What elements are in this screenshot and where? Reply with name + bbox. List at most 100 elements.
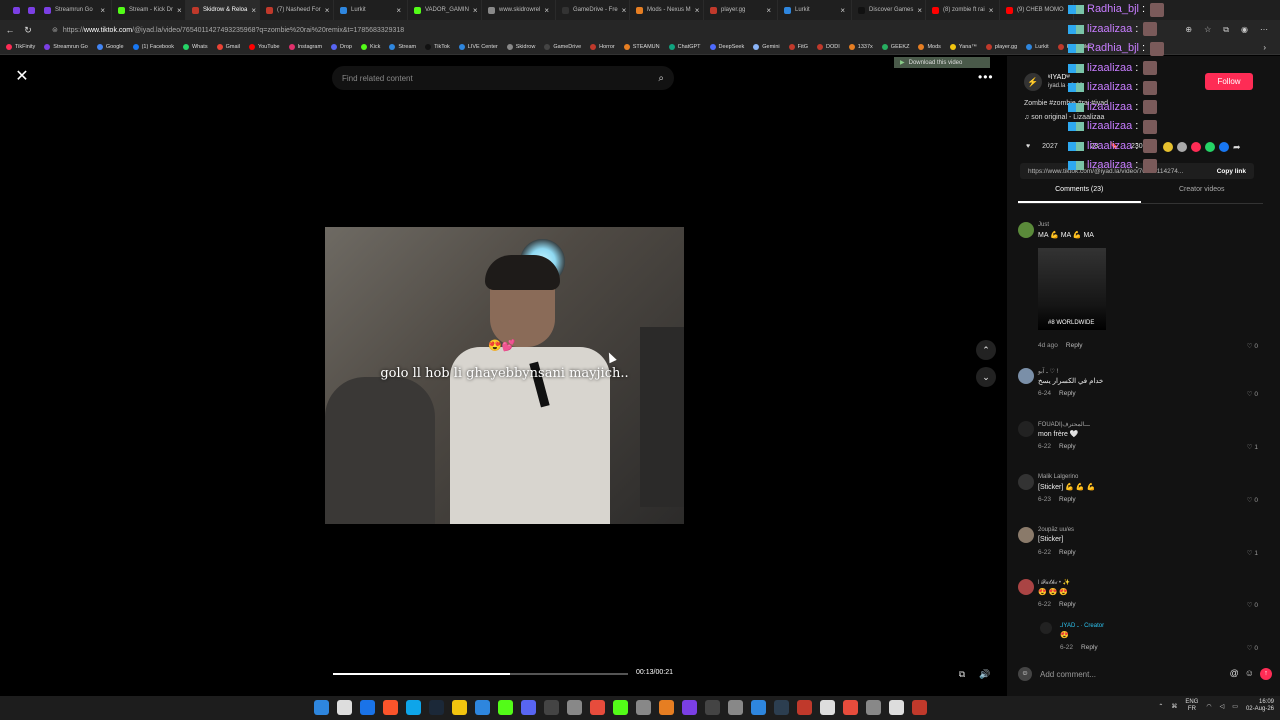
- taskbar-app-icon[interactable]: [912, 700, 927, 715]
- search-icon[interactable]: ⌕: [658, 73, 664, 84]
- comment-avatar[interactable]: [1018, 222, 1034, 238]
- tab-close-icon[interactable]: ×: [325, 6, 330, 15]
- start-icon[interactable]: [314, 700, 329, 715]
- taskbar-app-icon[interactable]: [866, 700, 881, 715]
- reply-button[interactable]: Reply: [1081, 644, 1098, 651]
- browser-tab[interactable]: Skidrow & Reloa ×: [186, 0, 260, 20]
- tab-close-icon[interactable]: ×: [251, 6, 256, 15]
- comment-avatar[interactable]: [1018, 527, 1034, 543]
- tab-close-icon[interactable]: ×: [177, 6, 182, 15]
- comment-author[interactable]: l 𝓕𝓪𝓽𝓱𝓲 • ✨: [1038, 579, 1070, 587]
- bookmark-item[interactable]: Stream: [389, 44, 416, 50]
- tab-close-icon[interactable]: ×: [917, 6, 922, 15]
- browser-tab[interactable]: (8) zombie ft rai ×: [926, 0, 1000, 20]
- menu-icon[interactable]: ⋯: [1260, 25, 1268, 35]
- volume-icon[interactable]: 🔊: [977, 666, 993, 682]
- tray-chevron-icon[interactable]: ⌃: [1158, 703, 1163, 710]
- bookmark-item[interactable]: Horror: [590, 44, 615, 50]
- comment-avatar[interactable]: [1018, 474, 1034, 490]
- bookmark-item[interactable]: Gmail: [216, 44, 240, 50]
- reply-button[interactable]: Reply: [1059, 496, 1076, 503]
- tab-close-icon[interactable]: ×: [989, 6, 994, 15]
- taskbar-app-icon[interactable]: [843, 700, 858, 715]
- taskbar-app-icon[interactable]: [659, 700, 674, 715]
- comment-author[interactable]: Just: [1038, 222, 1049, 228]
- taskbar-app-icon[interactable]: [613, 700, 628, 715]
- comment-author[interactable]: 2oupāz uu/es: [1038, 527, 1074, 533]
- more-share-icon[interactable]: ➦: [1233, 142, 1243, 152]
- browser-tab[interactable]: Stream - Kick Dr ×: [112, 0, 186, 20]
- comment-like[interactable]: ♡ 0: [1247, 342, 1258, 350]
- bookmark-item[interactable]: ChatGPT: [668, 44, 701, 50]
- emoji-icon[interactable]: ☺: [1245, 668, 1254, 680]
- comment-avatar[interactable]: [1018, 368, 1034, 384]
- floating-player-icon[interactable]: ⧉: [954, 666, 970, 682]
- browser-tab[interactable]: www.skidrowrel ×: [482, 0, 556, 20]
- favorites-icon[interactable]: ☆: [1204, 25, 1211, 35]
- network-icon[interactable]: ⌘: [1171, 703, 1177, 710]
- bookmark-item[interactable]: Lurkit: [1026, 44, 1049, 50]
- comment-like[interactable]: ♡ 1: [1247, 549, 1258, 557]
- send-icon[interactable]: ↑: [1260, 668, 1272, 680]
- browser-tab[interactable]: Streamrun Go ×: [38, 0, 112, 20]
- facebook-share-icon[interactable]: [1219, 142, 1229, 152]
- bookmark-item[interactable]: TikFinity: [6, 44, 35, 50]
- bookmark-item[interactable]: Google: [96, 44, 124, 50]
- browser-tab[interactable]: Mods - Nexus M ×: [630, 0, 704, 20]
- bookmark-item[interactable]: Gemini: [753, 44, 780, 50]
- bookmark-item[interactable]: Instagram: [288, 44, 322, 50]
- bookmark-item[interactable]: FitG: [788, 44, 808, 50]
- reply-button[interactable]: Reply: [1059, 601, 1076, 608]
- browser-tab[interactable]: GameDrive - Fre ×: [556, 0, 630, 20]
- comment-like[interactable]: ♡ 0: [1247, 390, 1258, 398]
- taskbar-app-icon[interactable]: [889, 700, 904, 715]
- video-progress-bar[interactable]: [333, 673, 628, 675]
- tab-close-icon[interactable]: ×: [622, 6, 627, 15]
- taskbar-app-icon[interactable]: [728, 700, 743, 715]
- tab-close-icon[interactable]: ×: [473, 6, 478, 15]
- taskbar-search-icon[interactable]: [337, 700, 352, 715]
- bookmark-item[interactable]: Mods: [918, 44, 941, 50]
- tab-comments[interactable]: Comments (23): [1018, 186, 1141, 203]
- bookmark-item[interactable]: LIVE Center: [458, 44, 498, 50]
- taskbar-app-icon[interactable]: [383, 700, 398, 715]
- bookmark-item[interactable]: DODI: [817, 44, 840, 50]
- taskbar-app-icon[interactable]: [682, 700, 697, 715]
- tab-close-icon[interactable]: ×: [544, 6, 549, 15]
- bookmark-item[interactable]: TikTok: [425, 44, 450, 50]
- comment-input[interactable]: Add comment...: [1040, 670, 1096, 679]
- comment-like[interactable]: ♡ 0: [1247, 496, 1258, 504]
- wifi-icon[interactable]: ◠: [1206, 703, 1211, 710]
- browser-tab[interactable]: (7) Nasheed For ×: [260, 0, 334, 20]
- taskbar-app-icon[interactable]: [475, 700, 490, 715]
- url-field[interactable]: ⊜ https://www.tiktok.com/@iyad.la/video/…: [44, 23, 1024, 37]
- taskbar-app-icon[interactable]: [820, 700, 835, 715]
- bookmark-item[interactable]: YouTube: [248, 44, 280, 50]
- collections-icon[interactable]: ⧉: [1223, 25, 1229, 35]
- reply-button[interactable]: Reply: [1059, 443, 1076, 450]
- follow-button[interactable]: Follow: [1205, 73, 1253, 90]
- comment-like[interactable]: ♡ 1: [1247, 443, 1258, 451]
- comment-author[interactable]: FOUADI|ـــالمحترف: [1038, 421, 1090, 428]
- taskbar-app-icon[interactable]: [797, 700, 812, 715]
- bookmark-item[interactable]: Skidrow: [506, 44, 535, 50]
- more-options-icon[interactable]: •••: [978, 70, 994, 84]
- browser-tab[interactable]: Lurkit ×: [334, 0, 408, 20]
- taskbar-app-icon[interactable]: [429, 700, 444, 715]
- bookmark-item[interactable]: player.gg: [985, 44, 1017, 50]
- extensions-icon[interactable]: ⊕: [1185, 25, 1192, 35]
- taskbar-app-icon[interactable]: [360, 700, 375, 715]
- back-icon[interactable]: ←: [4, 25, 16, 35]
- more-bookmarks-icon[interactable]: ›: [1263, 43, 1280, 52]
- tab-search-icon[interactable]: [13, 6, 20, 14]
- download-button[interactable]: ▶ Download this video: [894, 57, 990, 68]
- bookmark-item[interactable]: Drop: [331, 44, 352, 50]
- taskbar-app-icon[interactable]: [406, 700, 421, 715]
- reply-button[interactable]: Reply: [1066, 342, 1083, 349]
- bookmark-item[interactable]: DeepSeek: [709, 44, 744, 50]
- reply-button[interactable]: Reply: [1059, 549, 1076, 556]
- comment-like[interactable]: ♡ 0: [1247, 601, 1258, 609]
- bookmark-item[interactable]: (1) Facebook: [132, 44, 174, 50]
- next-video-button[interactable]: ⌄: [976, 367, 996, 387]
- bookmark-item[interactable]: Streamrun Go: [44, 44, 88, 50]
